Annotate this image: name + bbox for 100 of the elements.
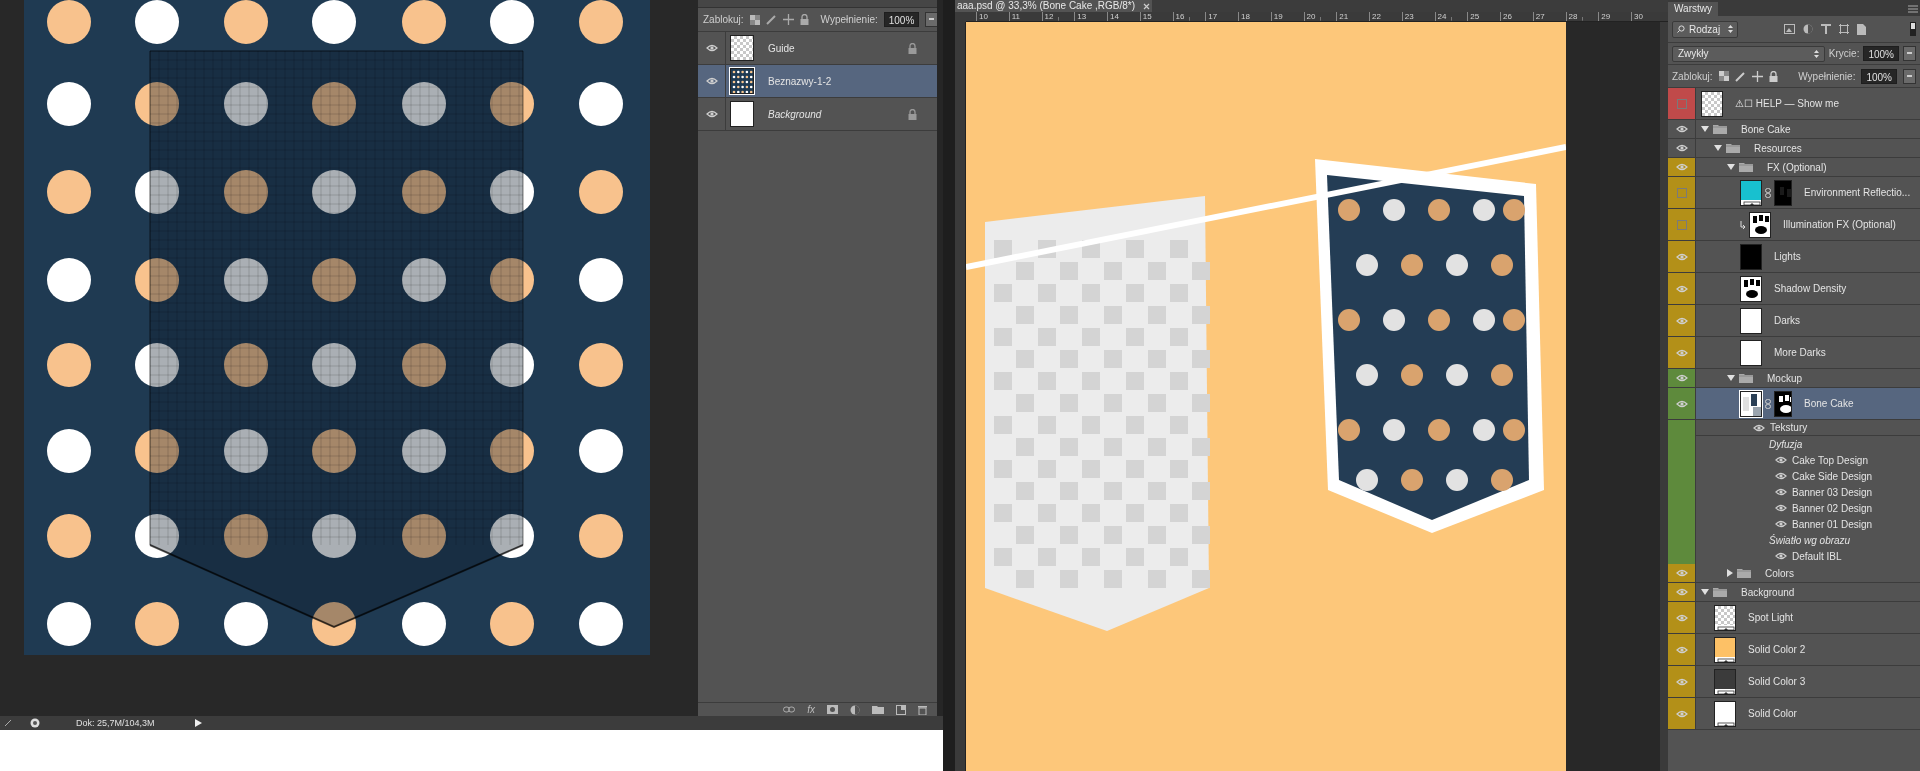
menu-icon[interactable] (1908, 5, 1918, 13)
folder-icon[interactable] (872, 705, 884, 714)
scrollbar[interactable] (1660, 22, 1668, 771)
visibility-eye-icon[interactable] (1775, 472, 1787, 480)
expand-arrow-icon[interactable] (1701, 589, 1709, 595)
layer-row[interactable]: Illumination FX (Optional) (1668, 209, 1920, 241)
dropdown-button-icon[interactable] (925, 12, 939, 27)
visibility-eye-icon[interactable] (1675, 374, 1688, 382)
visibility-eye-icon[interactable] (1775, 552, 1787, 560)
visibility-toggle-icon[interactable] (1676, 219, 1687, 230)
layer-group-row[interactable]: FX (Optional) (1668, 158, 1920, 177)
dropdown-button-icon[interactable] (1903, 46, 1916, 61)
expand-arrow-icon[interactable] (1727, 375, 1735, 381)
visibility-toggle-icon[interactable] (1676, 98, 1687, 109)
layer-row[interactable]: Bone Cake (1668, 388, 1920, 420)
group-name: Colors (1765, 566, 1794, 581)
layer-row[interactable]: Shadow Density (1668, 273, 1920, 305)
layer-thumbnail (730, 35, 754, 61)
layer-group-row[interactable]: Colors (1668, 564, 1920, 583)
layer-group-row[interactable]: Resources (1668, 139, 1920, 158)
brush-icon[interactable] (765, 14, 777, 25)
group-name: Mockup (1767, 371, 1802, 386)
layer-row[interactable]: Environment Reflectio... (1668, 177, 1920, 209)
fill-field[interactable]: 100% (883, 12, 920, 27)
new-layer-icon[interactable] (896, 704, 906, 715)
visibility-eye-icon[interactable] (1775, 520, 1787, 528)
fx-button[interactable]: fx (807, 704, 815, 715)
ruler-number: 19 (1273, 12, 1283, 21)
layer-row[interactable]: Spot Light (1668, 602, 1920, 634)
shape-filter-icon[interactable] (1839, 24, 1849, 34)
layer-row[interactable]: Solid Color 2 (1668, 634, 1920, 666)
visibility-eye-icon[interactable] (1753, 423, 1765, 432)
visibility-toggle-icon[interactable] (1676, 187, 1687, 198)
layer-row[interactable]: Lights (1668, 241, 1920, 273)
layer-name: Lights (1774, 250, 1801, 264)
ruler-number: 23 (1404, 12, 1414, 21)
mask-icon[interactable] (827, 705, 838, 714)
filter-dropdown[interactable]: Rodzaj (1672, 20, 1738, 38)
dropdown-button-icon[interactable] (1903, 68, 1916, 84)
expand-arrow-icon[interactable] (1714, 145, 1722, 151)
adjustment-icon[interactable] (850, 704, 860, 715)
document-tab[interactable]: aaa.psd @ 33,3% (Bone Cake ,RGB/8*) (955, 0, 1153, 12)
lock-transparency-icon[interactable] (1718, 71, 1729, 81)
fill-field[interactable]: 100% (1861, 68, 1897, 84)
smart-object-filter-icon[interactable] (1857, 23, 1866, 35)
status-circle-icon[interactable] (30, 718, 40, 728)
layer-row[interactable]: More Darks (1668, 337, 1920, 369)
opacity-label: Krycie: (1828, 47, 1860, 61)
layer-name: Solid Color 2 (1748, 643, 1806, 657)
expand-arrow-icon[interactable] (1701, 126, 1709, 132)
visibility-eye-icon[interactable] (705, 77, 718, 85)
effect-name[interactable]: Tekstury (1770, 420, 1808, 435)
blend-mode-dropdown[interactable]: Zwykły (1672, 45, 1825, 62)
expand-arrow-icon[interactable] (1727, 164, 1735, 170)
effect-name[interactable]: Cake Side Design (1792, 468, 1873, 484)
opacity-field[interactable]: 100% (1863, 46, 1899, 61)
effect-name[interactable]: Banner 01 Design (1792, 516, 1873, 532)
image-filter-icon[interactable] (1784, 24, 1795, 34)
chain-link-icon[interactable] (1765, 398, 1771, 409)
effect-name[interactable]: Cake Top Design (1792, 452, 1868, 468)
trash-icon[interactable] (918, 704, 927, 715)
ruler-number: 11 (1011, 12, 1021, 21)
move-arrows-icon[interactable] (1751, 70, 1763, 82)
layer-thumbnail (1714, 700, 1736, 727)
layer-row[interactable]: Background (698, 98, 937, 131)
effect-name[interactable]: Banner 02 Design (1792, 500, 1873, 516)
filter-toggle-icon[interactable] (1910, 22, 1916, 36)
effect-name[interactable]: Banner 03 Design (1792, 484, 1873, 500)
effect-name[interactable]: Default IBL (1792, 548, 1842, 564)
link-icon[interactable] (783, 706, 796, 713)
layer-row[interactable]: Beznazwy-1-2 (698, 65, 937, 98)
visibility-eye-icon[interactable] (1775, 504, 1787, 512)
adjustment-filter-icon[interactable] (1803, 24, 1813, 34)
visibility-eye-icon[interactable] (705, 110, 718, 118)
visibility-eye-icon[interactable] (705, 44, 718, 52)
search-icon (1677, 25, 1685, 33)
layers-tab[interactable]: Warstwy (1668, 2, 1718, 16)
type-filter-icon[interactable] (1821, 24, 1831, 34)
move-arrows-icon[interactable] (782, 14, 794, 25)
visibility-eye-icon[interactable] (1675, 144, 1688, 152)
layer-row[interactable]: Darks (1668, 305, 1920, 337)
visibility-eye-icon[interactable] (1675, 125, 1688, 133)
ruler-number: 15 (1142, 12, 1152, 21)
expand-arrow-icon[interactable] (1727, 569, 1733, 577)
chain-link-icon[interactable] (1765, 187, 1771, 198)
layer-group-row[interactable]: Bone Cake (1668, 120, 1920, 139)
visibility-eye-icon[interactable] (1775, 488, 1787, 496)
layer-row[interactable]: ⚠☐ HELP — Show me (1668, 88, 1920, 120)
play-arrow-icon[interactable] (194, 719, 202, 727)
layer-row[interactable]: Solid Color (1668, 698, 1920, 730)
layer-group-row[interactable]: Background (1668, 583, 1920, 602)
visibility-eye-icon[interactable] (1775, 456, 1787, 464)
close-icon[interactable] (1143, 2, 1151, 10)
lock-transparency-icon[interactable] (749, 14, 760, 25)
folder-icon (1737, 568, 1751, 578)
layer-thumbnail (1740, 243, 1762, 270)
layer-row[interactable]: Guide (698, 32, 937, 65)
brush-icon[interactable] (1734, 70, 1746, 82)
visibility-eye-icon[interactable] (1675, 399, 1688, 408)
layer-row[interactable]: Solid Color 3 (1668, 666, 1920, 698)
